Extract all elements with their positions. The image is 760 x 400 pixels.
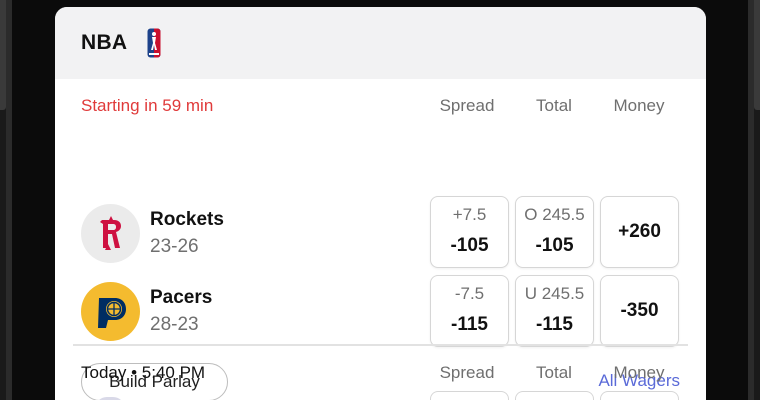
total-price: -115: [536, 314, 573, 335]
moneyline-price: -350: [620, 300, 659, 321]
pacers-total-button[interactable]: U 245.5 -115: [515, 275, 594, 347]
column-header-money: Money: [613, 363, 665, 382]
column-header-spread: Spread: [439, 363, 495, 382]
spread-price: -115: [451, 314, 488, 335]
phone-side-button-left: [0, 0, 6, 110]
rockets-total-button[interactable]: O 245.5 -105: [515, 196, 594, 268]
phone-side-button-right: [754, 0, 760, 110]
rockets-spread-button[interactable]: +7.5 -105: [430, 196, 509, 268]
pacers-money-button[interactable]: -350: [600, 275, 679, 347]
spread-line: -7.5: [454, 284, 485, 303]
team-row-pacers: Pacers 28-23 -7.5 -115 U 245.5 -115 -350: [55, 275, 706, 353]
league-card: NBA Starting in 59 min Spread Total Mone…: [55, 7, 706, 400]
next-total-button[interactable]: [515, 391, 594, 400]
team-record: 23-26: [150, 236, 199, 257]
spread-line: +7.5: [452, 205, 487, 224]
game-status: Starting in 59 min: [81, 96, 214, 115]
column-header-total: Total: [536, 363, 572, 382]
column-header-total: Total: [536, 96, 572, 115]
column-header-spread: Spread: [439, 96, 495, 115]
nba-logo-icon: [147, 28, 161, 58]
column-header-money: Money: [613, 96, 665, 115]
game-time: Today • 5:40 PM: [81, 363, 206, 382]
moneyline-price: +260: [618, 221, 661, 242]
team-name: Pacers: [150, 287, 213, 308]
team-record: 28-23: [150, 314, 199, 335]
total-line: U 245.5: [524, 284, 585, 303]
pacers-spread-button[interactable]: -7.5 -115: [430, 275, 509, 347]
league-name: NBA: [81, 31, 128, 54]
rockets-logo-icon: [81, 204, 140, 263]
team-name: Rockets: [150, 209, 224, 230]
total-line: O 245.5: [524, 205, 585, 224]
next-money-button[interactable]: [600, 391, 679, 400]
rockets-money-button[interactable]: +260: [600, 196, 679, 268]
team-row-rockets: Rockets 23-26 +7.5 -105 O 245.5 -105 +26…: [55, 196, 706, 274]
spread-price: -105: [450, 235, 489, 256]
next-spread-button[interactable]: [430, 391, 509, 400]
pacers-logo-icon: [81, 282, 140, 341]
league-header[interactable]: NBA: [55, 7, 706, 79]
game-rockets-pacers: Starting in 59 min Spread Total Money Ro…: [55, 79, 706, 400]
total-price: -105: [535, 235, 574, 256]
